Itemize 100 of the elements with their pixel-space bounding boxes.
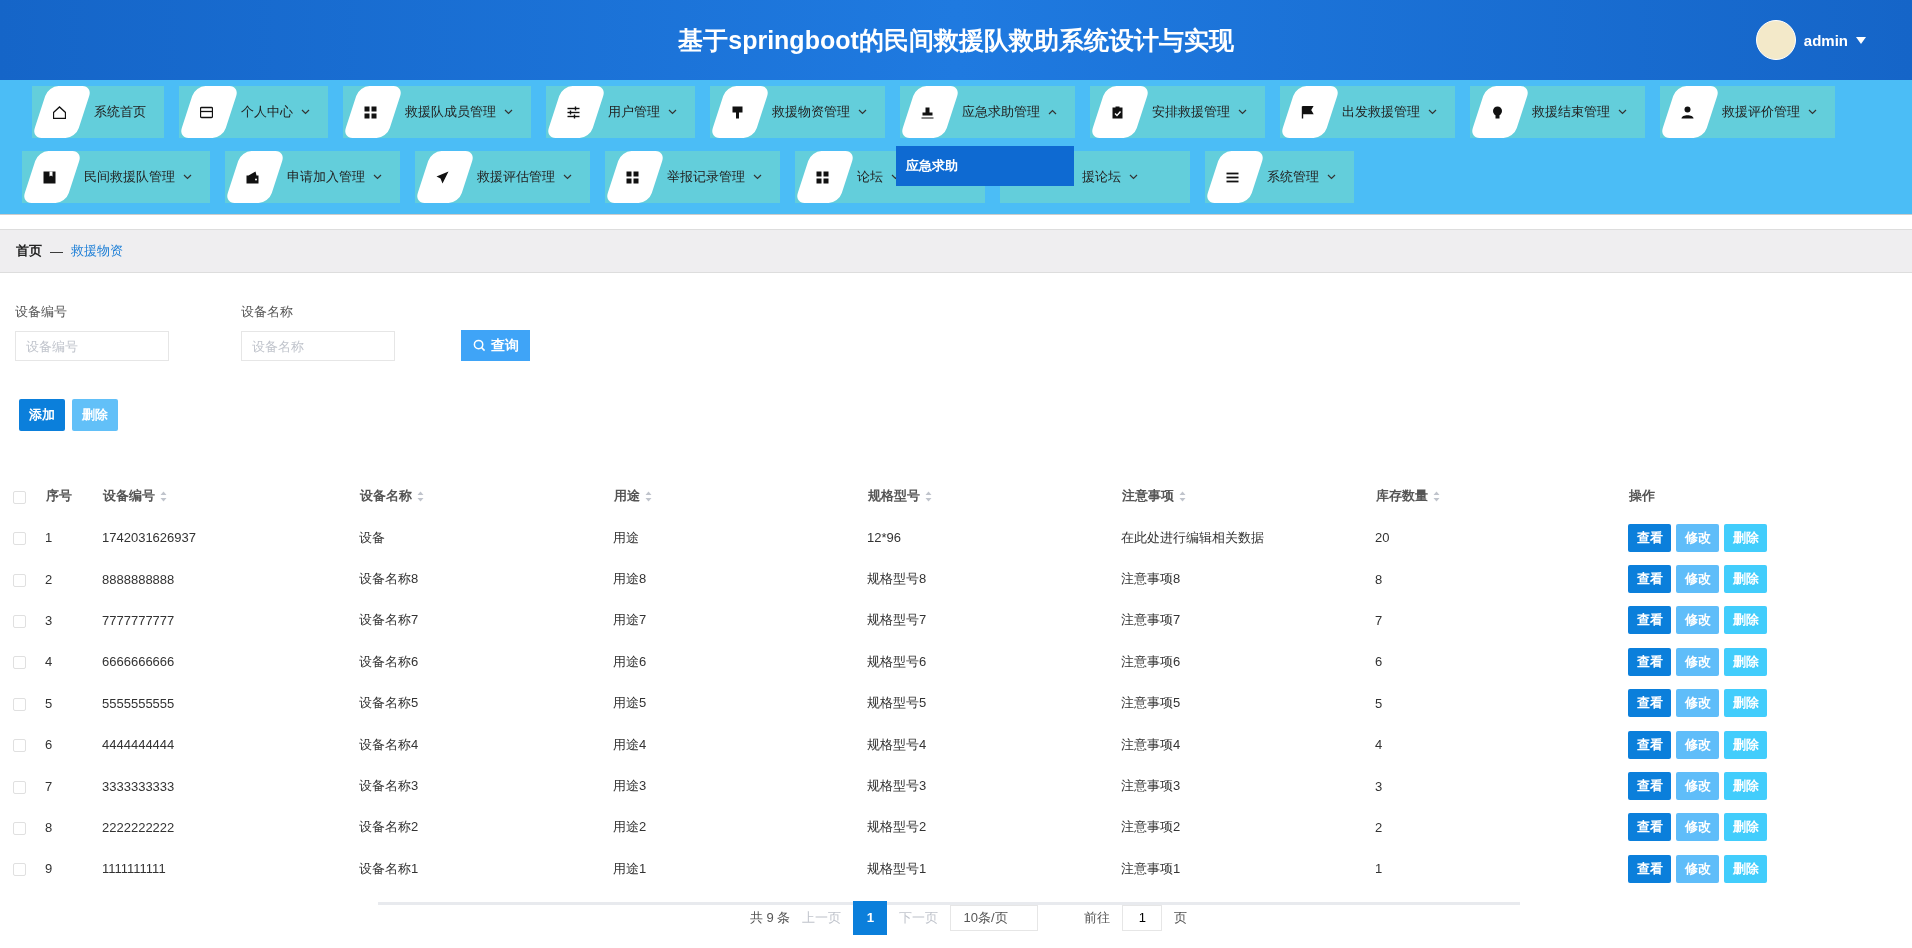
nav-item[interactable]: 申请加入管理	[225, 151, 400, 203]
column-header: 设备编号	[103, 488, 155, 503]
breadcrumb-separator: —	[50, 243, 63, 259]
checkbox[interactable]	[13, 615, 26, 628]
caret-icon[interactable]	[1856, 36, 1866, 44]
sort-icon[interactable]	[645, 491, 652, 503]
table-cell: 1	[1375, 861, 1383, 877]
table-cell: 规格型号1	[867, 860, 927, 876]
search-button[interactable]: 查询	[461, 330, 530, 361]
nav-label: 系统管理	[1267, 168, 1319, 186]
field-label: 设备编号	[15, 303, 68, 321]
checkbox[interactable]	[13, 739, 26, 753]
wallet-icon	[245, 170, 259, 184]
table-cell: 规格型号5	[867, 695, 927, 711]
table-cell: 规格型号6	[867, 653, 927, 669]
search-icon	[472, 339, 486, 352]
sort-icon[interactable]	[925, 491, 932, 503]
clipboard-icon	[1110, 105, 1124, 119]
table-cell: 规格型号3	[867, 778, 927, 794]
table-cell: 4	[45, 654, 53, 670]
checkbox[interactable]	[13, 656, 26, 670]
add-button[interactable]: 添加	[19, 399, 65, 431]
column-header: 操作	[1629, 488, 1655, 503]
nav-label: 救援物资管理	[772, 103, 850, 121]
nav-label: 举报记录管理	[667, 168, 745, 186]
table-cell: 用途5	[613, 695, 647, 711]
input-field[interactable]: 设备名称	[241, 331, 395, 361]
nav-item[interactable]: 救援评估管理	[415, 151, 590, 203]
table-cell: 注意事项7	[1121, 612, 1181, 628]
breadcrumb-item[interactable]: 首页	[16, 242, 42, 260]
nav-item[interactable]: 救援物资管理	[710, 86, 885, 138]
page-number[interactable]: 1	[853, 900, 888, 935]
user-icon	[1680, 105, 1694, 119]
stamp-icon	[920, 105, 934, 119]
nav-item[interactable]: 举报记录管理	[605, 151, 780, 203]
nav-item[interactable]: 出发救援管理	[1280, 86, 1455, 138]
table-cell: 7	[1375, 612, 1383, 628]
avatar[interactable]	[1755, 20, 1796, 60]
sliders-icon	[566, 105, 580, 119]
nav-item[interactable]: 系统管理	[1205, 151, 1354, 203]
table-cell: 20	[1375, 530, 1390, 546]
table-cell: 设备	[359, 529, 385, 545]
column-header: 库存数量	[1376, 488, 1428, 503]
breadcrumb-item[interactable]: 救援物资	[71, 242, 123, 260]
view-button[interactable]: 查看	[1628, 647, 1671, 676]
checkbox[interactable]	[13, 697, 26, 711]
nav-label: 申请加入管理	[287, 168, 365, 186]
nav-label: 民间救援队管理	[84, 168, 175, 186]
table-cell: 8	[1375, 571, 1383, 587]
view-button[interactable]: 查看	[1628, 772, 1671, 801]
nav-item[interactable]: 救援队成员管理	[343, 86, 531, 138]
table-cell: 5	[1375, 695, 1383, 711]
nav-item[interactable]: 救援结束管理	[1470, 86, 1645, 138]
column-header: 规格型号	[868, 488, 920, 503]
table-cell: 1	[45, 530, 53, 546]
nav-item[interactable]: 救援评价管理	[1660, 86, 1835, 138]
checkbox[interactable]	[13, 821, 26, 835]
sort-icon[interactable]	[1179, 491, 1186, 503]
view-button[interactable]: 查看	[1628, 565, 1671, 594]
sort-icon[interactable]	[1433, 491, 1440, 503]
view-button[interactable]: 查看	[1628, 606, 1671, 635]
view-button[interactable]: 查看	[1628, 854, 1671, 883]
nav-item[interactable]: 用户管理	[546, 86, 695, 138]
table-cell: 设备名称8	[359, 571, 419, 587]
nav-item[interactable]: 系统首页	[32, 86, 164, 138]
table-cell: 用途7	[613, 612, 647, 628]
user-name[interactable]: admin	[1803, 31, 1848, 49]
table-cell: 6666666666	[102, 654, 175, 670]
table-cell: 4444444444	[102, 737, 175, 753]
table-cell: 1742031626937	[102, 530, 196, 546]
table-cell: 注意事项8	[1121, 571, 1181, 587]
view-button[interactable]: 查看	[1628, 689, 1671, 718]
checkbox[interactable]	[13, 780, 26, 794]
table-cell: 7777777777	[102, 612, 175, 628]
table-cell: 用途2	[613, 819, 647, 835]
table-cell: 设备名称6	[359, 653, 419, 669]
sort-icon[interactable]	[417, 491, 424, 503]
sort-icon[interactable]	[160, 491, 167, 503]
nav-label: 救援评估管理	[477, 168, 555, 186]
nav-label: 论坛	[857, 168, 883, 186]
input-field[interactable]: 设备编号	[15, 331, 169, 361]
nav-item[interactable]: 民间救援队管理	[22, 151, 210, 203]
view-button[interactable]: 查看	[1628, 813, 1671, 842]
checkbox[interactable]	[13, 863, 26, 877]
column-header: 序号	[46, 488, 72, 503]
nav-item[interactable]: 个人中心	[179, 86, 328, 138]
table-cell: 注意事项5	[1121, 695, 1181, 711]
table-cell: 6	[1375, 654, 1383, 670]
card-icon	[199, 105, 213, 119]
checkbox[interactable]	[13, 490, 26, 504]
view-button[interactable]: 查看	[1628, 523, 1671, 552]
menu-item[interactable]: 应急求助	[896, 157, 958, 175]
page-size-select[interactable]: 10条/页	[950, 904, 1039, 931]
page-input[interactable]: 1	[1122, 904, 1163, 931]
column-header: 用途	[614, 488, 640, 503]
view-button[interactable]: 查看	[1628, 730, 1671, 759]
table-cell: 设备名称4	[359, 736, 419, 752]
checkbox[interactable]	[13, 573, 26, 587]
checkbox[interactable]	[13, 532, 26, 546]
nav-item[interactable]: 安排救援管理	[1090, 86, 1265, 138]
